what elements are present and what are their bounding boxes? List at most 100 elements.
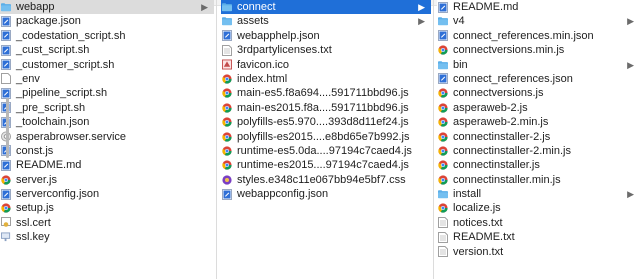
chrome-doc-icon [438,88,448,98]
script-file-icon [1,44,11,56]
file-row[interactable]: connectversions.min.js [437,43,640,57]
file-row[interactable]: setup.js [0,201,214,215]
chrome-doc-icon [438,203,448,214]
file-row[interactable]: connect_references.json [437,72,640,86]
file-row[interactable]: _pre_script.sh [0,101,214,115]
file-row[interactable]: connectversions.js [437,86,640,100]
item-label: install [453,188,482,201]
folder-row[interactable]: connect ▶ [221,0,431,15]
scrollbar-thumb[interactable] [6,98,9,158]
file-row[interactable]: asperabrowser.service [0,130,214,144]
file-row[interactable]: server.js [0,173,214,187]
item-label: connectversions.min.js [453,44,565,57]
file-row[interactable]: connectinstaller-2.min.js [437,144,640,158]
chrome-doc-icon [222,146,232,156]
file-row[interactable]: asperaweb-2.min.js [437,115,640,129]
file-row[interactable]: _cust_script.sh [0,43,214,57]
column-divider[interactable] [433,0,434,279]
file-row[interactable]: main-es5.f8a694....591711bbd96.js [221,86,431,100]
text-file-icon [222,44,232,56]
file-row[interactable]: polyfills-es5.970....393d8d11ef24.js [221,115,431,129]
item-label: _env [16,72,40,85]
column-divider[interactable] [216,0,217,279]
folder-row[interactable]: webapp ▶ [0,0,214,15]
item-label: webappconfig.json [237,188,329,201]
file-row[interactable]: localize.js [437,201,640,215]
item-label: asperaweb-2.js [453,101,528,114]
item-label: connectinstaller-2.js [453,130,551,143]
file-row[interactable]: _codestation_script.sh [0,29,214,43]
folder-row[interactable]: bin ▶ [437,58,640,72]
item-label: server.js [16,173,57,186]
file-row[interactable]: ssl.cert [0,216,214,230]
item-label: README.md [16,159,82,172]
item-label: runtime-es5.0da....97194c7caed4.js [237,144,412,157]
item-label: connect_references.min.json [453,29,594,42]
file-row[interactable]: _env [0,72,214,86]
chrome-doc-icon [438,131,448,142]
json-file-icon [1,188,11,200]
file-row[interactable]: webappconfig.json [221,187,431,201]
item-label: connectinstaller.js [453,159,540,172]
folder-row[interactable]: assets ▶ [221,14,431,28]
chevron-right-icon: ▶ [418,2,425,12]
blank-file-icon [1,73,11,85]
file-row[interactable]: polyfills-es2015....e8bd65e7b992.js [221,130,431,144]
file-row[interactable]: notices.txt [437,216,640,230]
file-row[interactable]: serverconfig.json [0,187,214,201]
file-row[interactable]: connect_references.min.json [437,29,640,43]
item-label: polyfills-es2015....e8bd65e7b992.js [237,130,410,143]
file-row[interactable]: README.txt [437,230,640,244]
favicon-file-icon [222,59,232,70]
file-row[interactable]: connectinstaller.min.js [437,173,640,187]
text-file-icon [438,217,448,229]
column-1[interactable]: webapp ▶ package.json _codestation_script.s… [0,0,214,279]
item-label: runtime-es2015....97194c7caed4.js [237,159,409,172]
css-file-icon [222,175,232,185]
item-label: polyfills-es5.970....393d8d11ef24.js [237,116,409,129]
text-file-icon [438,231,448,243]
file-row[interactable]: connectinstaller-2.js [437,130,640,144]
file-row[interactable]: version.txt [437,245,640,259]
file-row[interactable]: webapphelp.json [221,29,431,43]
column-3[interactable]: README.md v4 ▶ connect_references.min.json c… [437,0,640,279]
file-row[interactable]: connectinstaller.js [437,158,640,172]
file-row[interactable]: favicon.ico [221,58,431,72]
file-row[interactable]: 3rdpartylicenses.txt [221,43,431,57]
folder-row[interactable]: install ▶ [437,187,640,201]
certificate-icon [1,217,11,228]
file-row[interactable]: package.json [0,14,214,28]
chrome-doc-icon [1,203,11,214]
item-label: main-es2015.f8a....591711bbd96.js [237,101,409,114]
item-label: styles.e348c11e067bb94e5bf7.css [237,173,406,186]
file-row[interactable]: runtime-es2015....97194c7caed4.js [221,158,431,172]
file-row[interactable]: index.html [221,72,431,86]
chevron-right-icon: ▶ [627,189,634,200]
item-label: _toolchain.json [16,116,90,129]
file-row[interactable]: README.md [437,0,640,14]
item-label: localize.js [453,202,501,215]
column-2[interactable]: connect ▶ assets ▶ webapphelp.json 3rdpartyli… [221,0,431,279]
item-label: index.html [237,72,288,85]
file-row[interactable]: runtime-es5.0da....97194c7caed4.js [221,144,431,158]
chrome-doc-icon [222,103,232,113]
file-row[interactable]: README.md [0,158,214,172]
file-row[interactable]: _customer_script.sh [0,58,214,72]
file-row[interactable]: _toolchain.json [0,115,214,129]
item-label: ssl.key [16,231,50,244]
folder-row[interactable]: v4 ▶ [437,14,640,28]
file-row[interactable]: main-es2015.f8a....591711bbd96.js [221,101,431,115]
chrome-doc-icon [438,160,448,170]
chevron-right-icon: ▶ [627,59,634,70]
item-label: notices.txt [453,216,503,229]
file-row[interactable]: styles.e348c11e067bb94e5bf7.css [221,173,431,187]
item-label: webapp [16,1,55,13]
item-label: v4 [453,15,465,28]
chrome-doc-icon [222,88,232,98]
file-row[interactable]: const.js [0,144,214,158]
file-row[interactable]: ssl.key [0,230,214,244]
item-label: asperabrowser.service [16,130,127,143]
file-row[interactable]: asperaweb-2.js [437,101,640,115]
file-row[interactable]: _pipeline_script.sh [0,86,214,100]
chrome-doc-icon [222,160,232,170]
